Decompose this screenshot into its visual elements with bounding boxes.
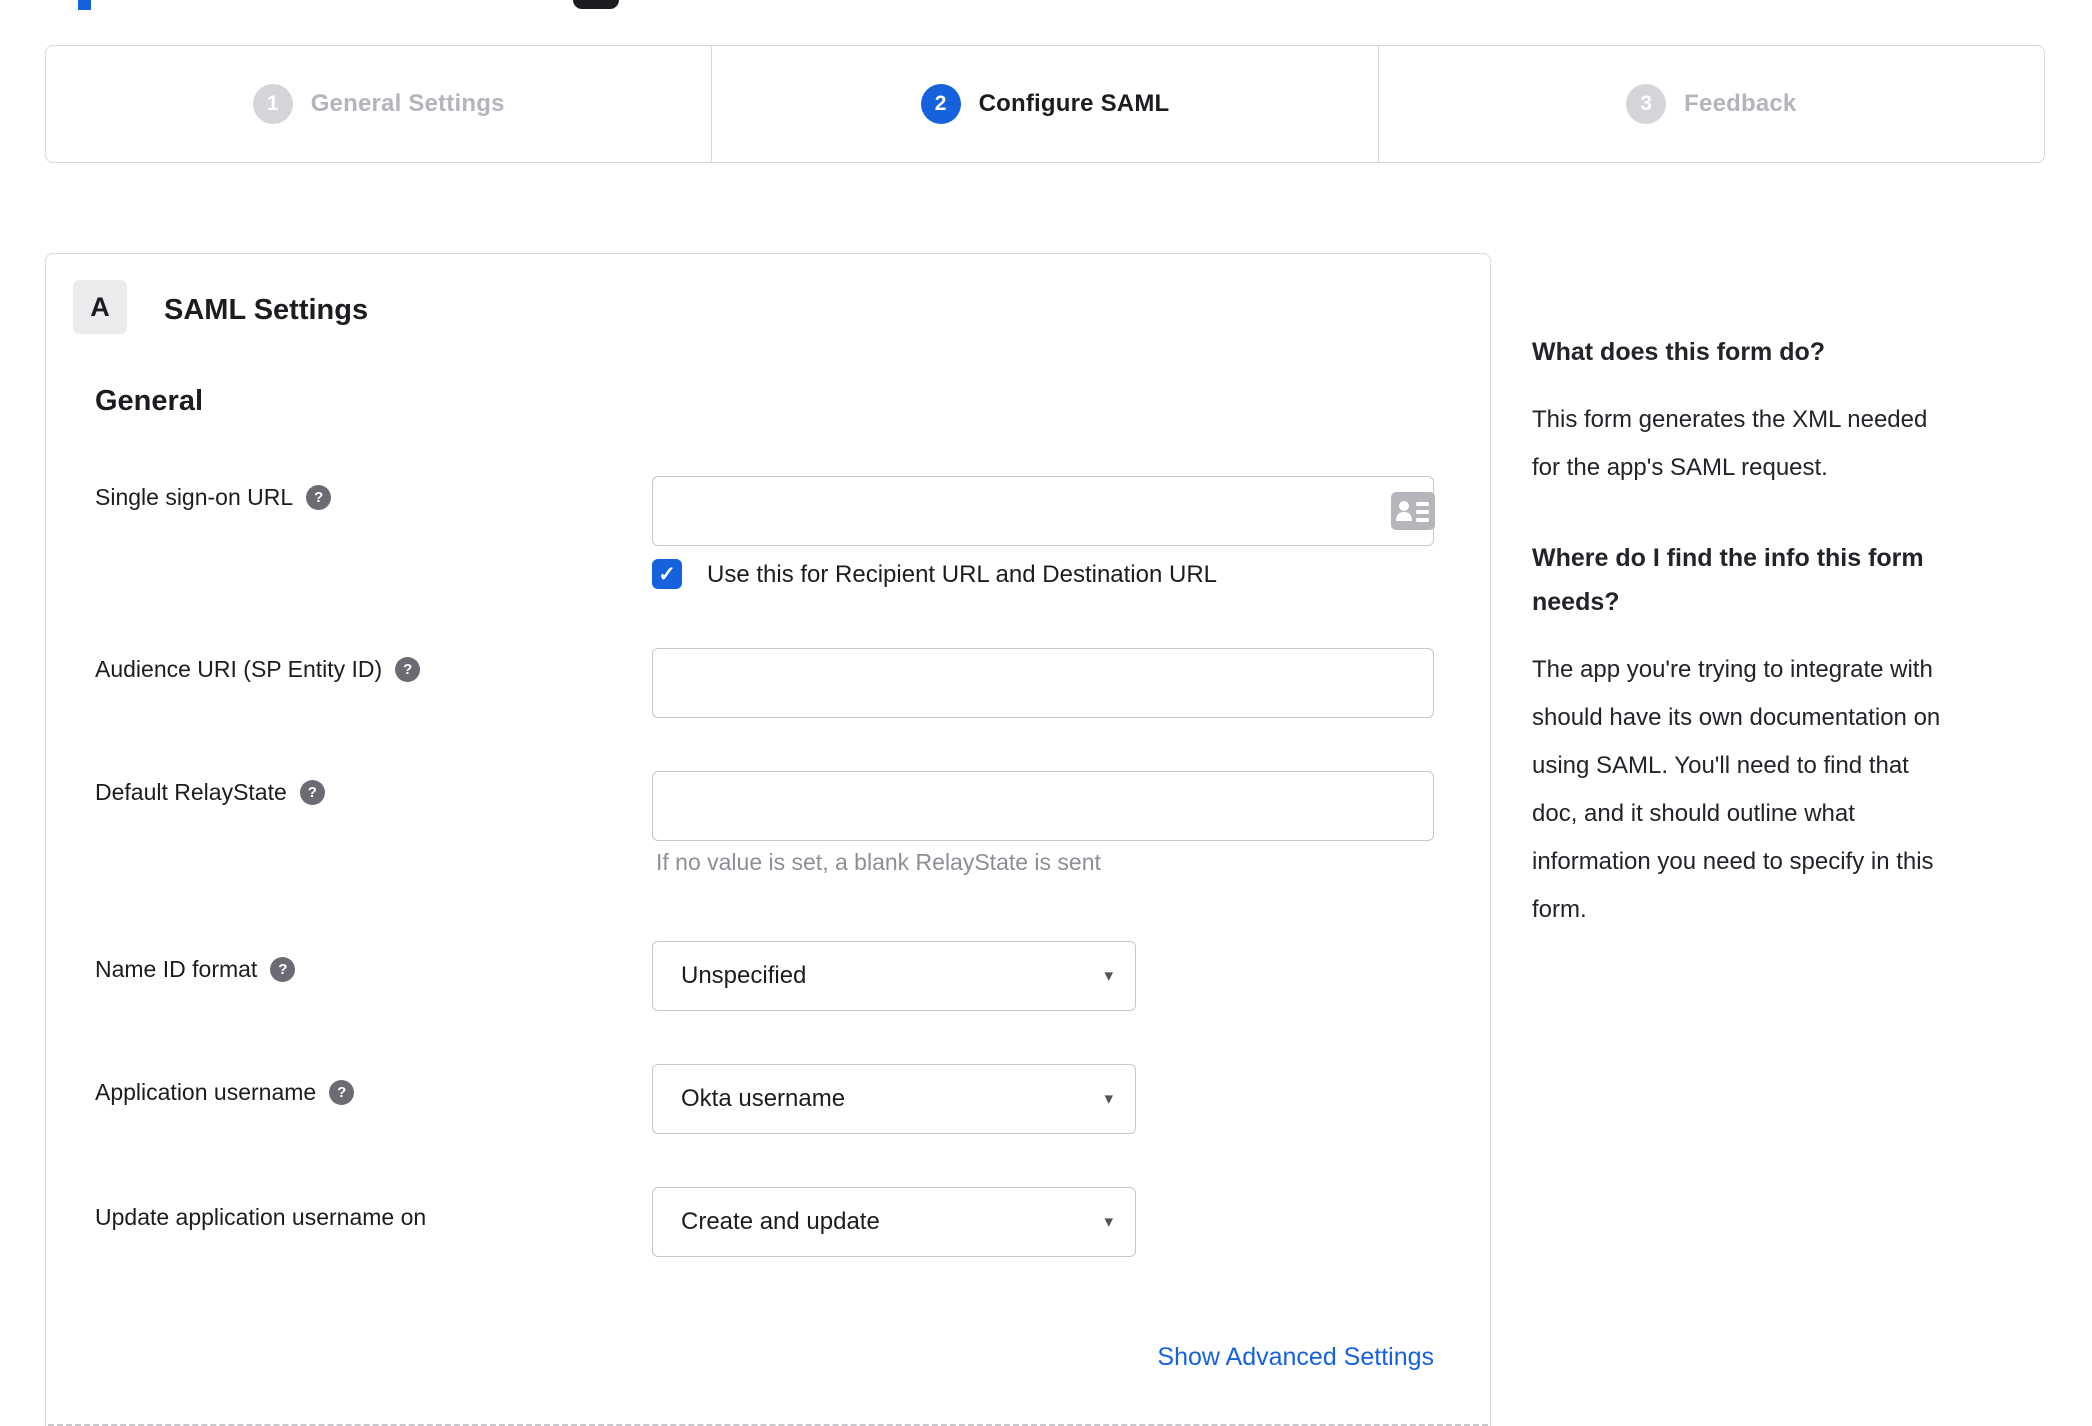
help-section: Where do I find the info this form needs…: [1532, 536, 2037, 934]
recipient-url-checkbox[interactable]: [652, 559, 682, 589]
chevron-down-icon: ▾: [1104, 1089, 1113, 1108]
recipient-url-checkbox-label: Use this for Recipient URL and Destinati…: [707, 561, 1218, 588]
step-label: Feedback: [1684, 90, 1797, 117]
audience-uri-label: Audience URI (SP Entity ID): [95, 656, 421, 683]
chevron-down-icon: ▾: [1104, 1212, 1113, 1231]
step-number-badge: 3: [1626, 84, 1667, 124]
step-label: General Settings: [310, 90, 505, 117]
step-number-badge: 2: [920, 84, 961, 124]
help-panel: What does this form do? This form genera…: [1532, 330, 2037, 934]
update-username-select[interactable]: Create and update ▾: [652, 1187, 1136, 1257]
saml-configuration-page: 1 General Settings 2 Configure SAML 3 Fe…: [0, 0, 2092, 1426]
saml-settings-card: A SAML Settings General Single sign-on U…: [45, 253, 1491, 1426]
audience-uri-label-text: Audience URI (SP Entity ID): [95, 656, 383, 682]
help-section: What does this form do? This form genera…: [1532, 330, 2037, 492]
help-icon[interactable]: [329, 1080, 355, 1105]
update-username-label: Update application username on: [95, 1204, 426, 1231]
audience-uri-input[interactable]: [652, 648, 1434, 718]
name-id-format-select[interactable]: Unspecified ▾: [652, 941, 1136, 1011]
sso-url-label: Single sign-on URL: [95, 484, 332, 511]
step-general-settings[interactable]: 1 General Settings: [46, 46, 711, 162]
default-relaystate-label: Default RelayState: [95, 779, 325, 806]
step-feedback[interactable]: 3 Feedback: [1377, 46, 2044, 162]
section-a-badge: A: [73, 280, 127, 334]
application-username-label: Application username: [95, 1079, 355, 1106]
help-heading: What does this form do?: [1532, 338, 1826, 366]
help-icon[interactable]: [306, 485, 332, 510]
help-icon[interactable]: [299, 780, 325, 805]
application-username-label-text: Application username: [95, 1079, 317, 1105]
contact-card-icon: [1391, 492, 1435, 530]
help-icon[interactable]: [270, 957, 296, 982]
step-label: Configure SAML: [978, 90, 1170, 117]
default-relaystate-label-text: Default RelayState: [95, 779, 287, 805]
name-id-format-label: Name ID format: [95, 956, 296, 983]
name-id-format-value: Unspecified: [681, 962, 807, 989]
step-configure-saml[interactable]: 2 Configure SAML: [711, 46, 1377, 162]
update-username-value: Create and update: [681, 1208, 880, 1235]
step-number-badge: 1: [252, 84, 293, 124]
show-advanced-settings-link[interactable]: Show Advanced Settings: [1157, 1343, 1434, 1372]
clipped-blue-fragment: [78, 0, 91, 10]
application-username-value: Okta username: [681, 1085, 846, 1112]
help-body: The app you're trying to integrate with …: [1532, 656, 1941, 923]
help-body: This form generates the XML needed for t…: [1532, 406, 1928, 481]
update-username-label-text: Update application username on: [95, 1204, 427, 1230]
saml-settings-title: SAML Settings: [164, 294, 369, 326]
default-relaystate-input[interactable]: [652, 771, 1434, 841]
relaystate-hint: If no value is set, a blank RelayState i…: [656, 849, 1101, 875]
sso-url-input[interactable]: [652, 476, 1434, 546]
chevron-down-icon: ▾: [1104, 966, 1113, 985]
general-group-title: General: [95, 385, 203, 417]
help-icon[interactable]: [395, 657, 421, 682]
help-heading: Where do I find the info this form needs…: [1532, 544, 1924, 616]
clipped-dark-fragment: [573, 0, 619, 9]
sso-url-label-text: Single sign-on URL: [95, 484, 294, 510]
name-id-format-label-text: Name ID format: [95, 956, 258, 982]
wizard-stepper: 1 General Settings 2 Configure SAML 3 Fe…: [45, 45, 2045, 163]
application-username-select[interactable]: Okta username ▾: [652, 1064, 1136, 1134]
